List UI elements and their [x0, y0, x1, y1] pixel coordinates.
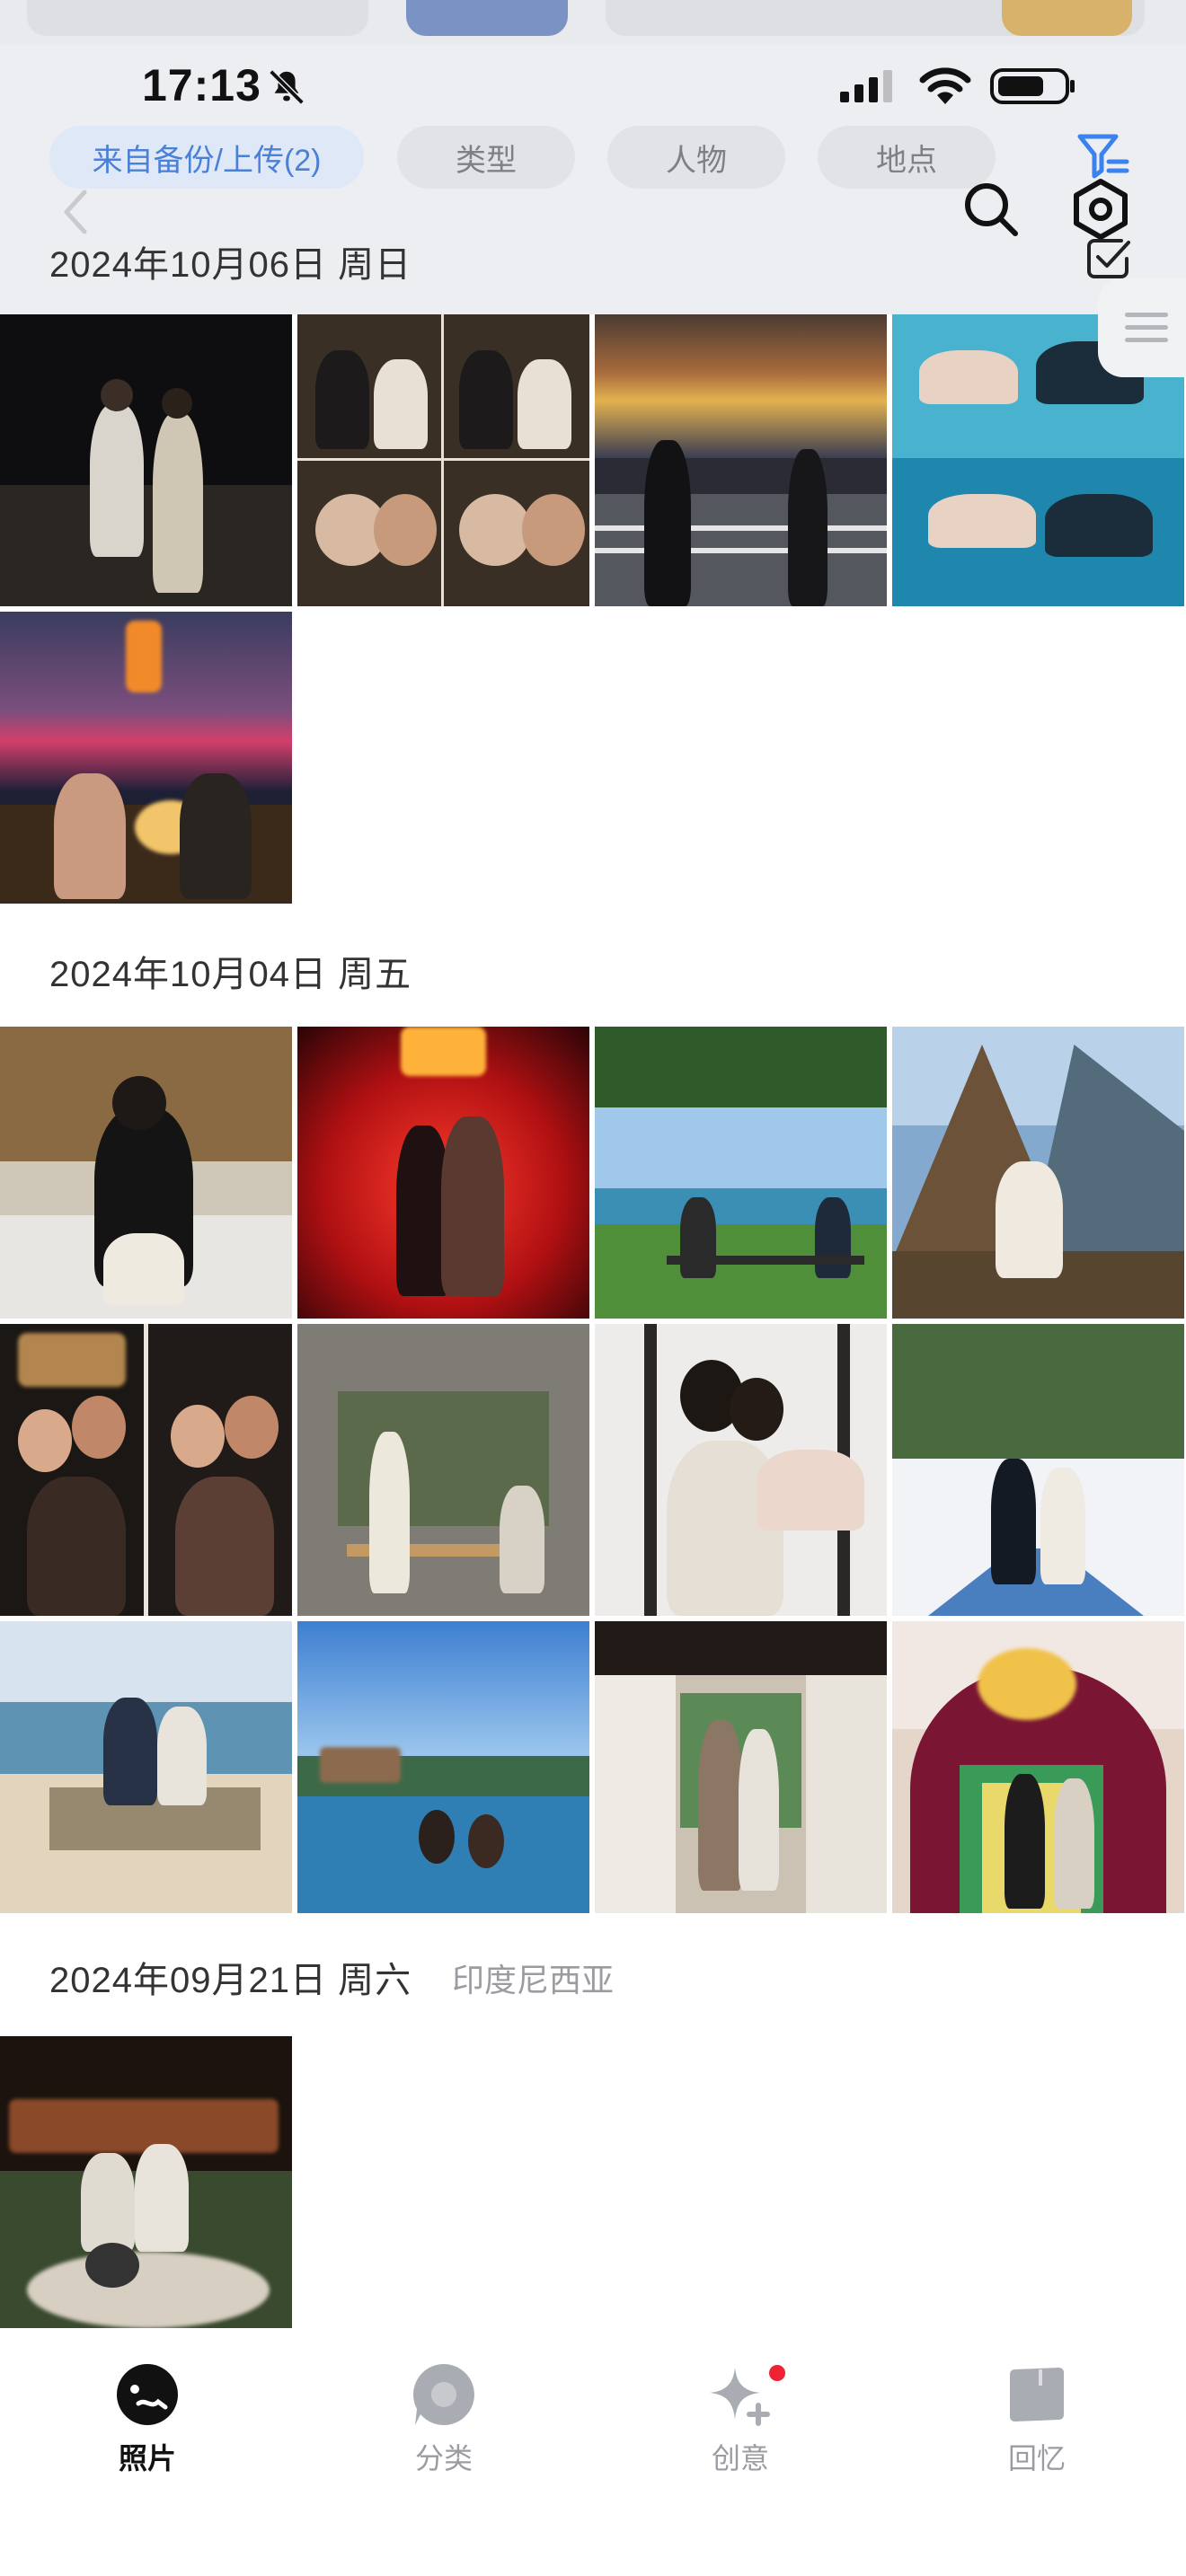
photo-thumbnail[interactable]	[297, 314, 589, 606]
section-date: 2024年10月06日 周日	[49, 245, 412, 285]
filter-chip-backup-upload[interactable]: 来自备份/上传(2)	[49, 126, 364, 189]
filter-chip-people[interactable]: 人物	[607, 126, 785, 189]
photo-thumbnail[interactable]	[297, 1027, 589, 1319]
section-date: 2024年10月04日 周五	[49, 955, 412, 994]
photo-thumbnail[interactable]	[297, 1324, 589, 1616]
wifi-icon	[919, 67, 971, 104]
scroll-handle[interactable]	[1098, 278, 1186, 377]
section-date: 2024年09月21日 周六	[49, 1961, 412, 2000]
photo-thumbnail[interactable]	[0, 1324, 292, 1616]
photo-thumbnail[interactable]	[595, 1027, 887, 1319]
section-location: 印度尼西亚	[452, 1962, 615, 1998]
nav-item-creative[interactable]: 创意	[668, 2362, 812, 2479]
filter-icon[interactable]	[1076, 131, 1130, 181]
notification-badge	[769, 2365, 785, 2381]
photo-thumbnail[interactable]	[595, 1621, 887, 1913]
settings-icon[interactable]	[1069, 178, 1132, 241]
nav-item-memories[interactable]: 回忆	[965, 2362, 1109, 2479]
photo-thumbnail[interactable]	[0, 314, 292, 606]
photo-thumbnail[interactable]	[0, 1027, 292, 1319]
status-time: 17:13	[142, 60, 261, 110]
memories-icon	[1010, 2368, 1064, 2422]
photo-thumbnail[interactable]	[0, 612, 292, 904]
nav-label: 照片	[118, 2442, 176, 2475]
nav-item-category[interactable]: 分类	[372, 2362, 516, 2479]
photo-thumbnail[interactable]	[0, 1621, 292, 1913]
search-icon[interactable]	[961, 180, 1021, 239]
photo-thumbnail[interactable]	[892, 1324, 1184, 1616]
back-icon[interactable]	[58, 185, 93, 239]
category-icon	[413, 2364, 474, 2425]
photo-thumbnail[interactable]	[595, 314, 887, 606]
photo-thumbnail[interactable]	[595, 1324, 887, 1616]
nav-label: 回忆	[1007, 2442, 1066, 2475]
photo-thumbnail[interactable]	[0, 2036, 292, 2328]
filter-chip-type[interactable]: 类型	[397, 126, 575, 189]
photo-thumbnail[interactable]	[892, 1027, 1184, 1319]
battery-icon	[990, 68, 1075, 104]
nav-label: 创意	[711, 2442, 769, 2475]
photo-thumbnail[interactable]	[297, 1621, 589, 1913]
nav-label: 分类	[414, 2442, 473, 2475]
photo-thumbnail[interactable]	[892, 1621, 1184, 1913]
cellular-signal-icon	[840, 70, 892, 102]
sparkle-icon	[710, 2368, 770, 2426]
select-check-icon[interactable]	[1085, 235, 1132, 280]
photos-icon	[117, 2364, 178, 2425]
nav-item-photos[interactable]: 照片	[75, 2362, 219, 2479]
mute-bell-icon	[269, 69, 305, 105]
previous-content-strip	[0, 0, 1186, 45]
